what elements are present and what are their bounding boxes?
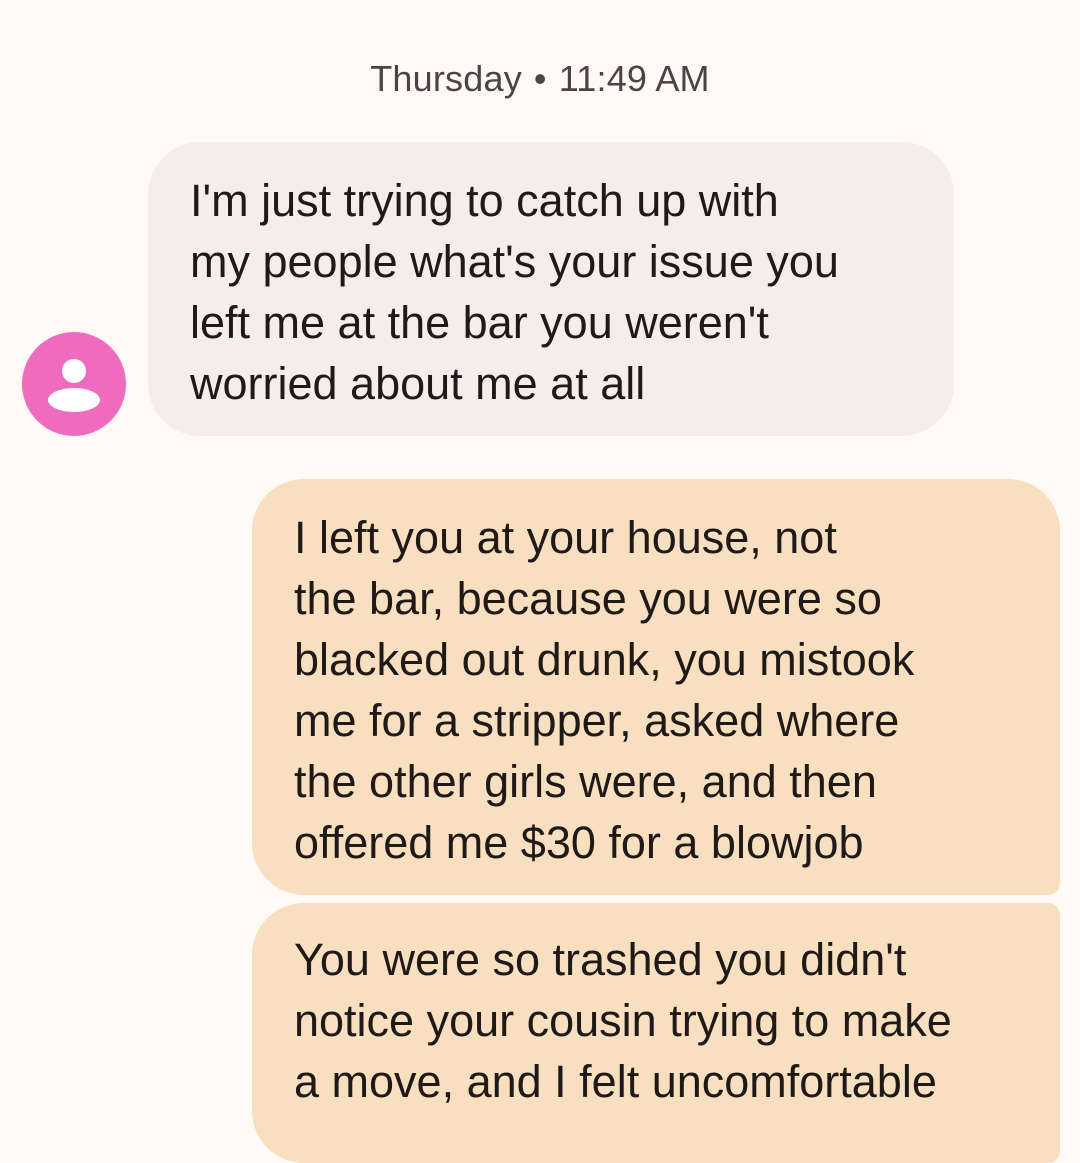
- message-line: the bar, because you were so: [294, 573, 882, 624]
- person-icon: [48, 359, 100, 412]
- timestamp-day: Thursday: [370, 58, 522, 99]
- message-line: notice your cousin trying to make: [294, 995, 952, 1046]
- contact-avatar[interactable]: [22, 332, 126, 436]
- message-line: blacked out drunk, you mistook: [294, 634, 915, 685]
- outgoing-message-bubble[interactable]: You were so trashed you didn't notice yo…: [252, 903, 1060, 1163]
- timestamp-separator: •: [533, 58, 547, 99]
- incoming-message-bubble[interactable]: I'm just trying to catch up with my peop…: [148, 142, 954, 436]
- message-line: a move, and I felt uncomfortable: [294, 1056, 937, 1107]
- message-line: my people what's your issue you: [190, 236, 839, 287]
- message-timestamp: Thursday • 11:49 AM: [0, 58, 1080, 100]
- timestamp-time: 11:49 AM: [558, 58, 710, 99]
- outgoing-message-bubble[interactable]: I left you at your house, not the bar, b…: [252, 479, 1060, 895]
- message-line: You were so trashed you didn't: [294, 934, 907, 985]
- message-line: worried about me at all: [190, 358, 646, 409]
- message-line: offered me $30 for a blowjob: [294, 817, 864, 868]
- message-line: me for a stripper, asked where: [294, 695, 900, 746]
- message-line: left me at the bar you weren't: [190, 297, 769, 348]
- message-line: I'm just trying to catch up with: [190, 175, 779, 226]
- message-line: I left you at your house, not: [294, 512, 837, 563]
- message-line: the other girls were, and then: [294, 756, 877, 807]
